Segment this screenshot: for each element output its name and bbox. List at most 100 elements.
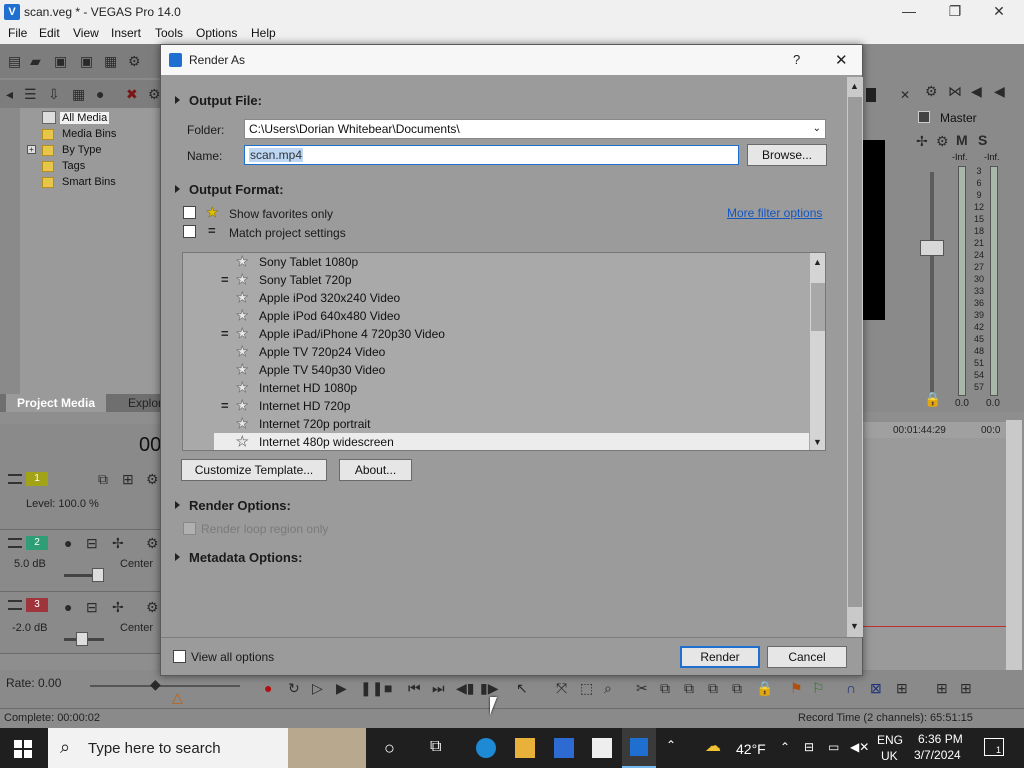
arm-record-icon[interactable]: ● — [64, 536, 72, 550]
open-folder-icon[interactable]: ▰ — [30, 54, 41, 68]
preview-toolbar-icon[interactable] — [866, 88, 876, 102]
track-gear-icon[interactable]: ⚙ — [146, 536, 159, 550]
volume-icon[interactable]: ◀ — [994, 84, 1005, 98]
delete-icon[interactable]: ⧉ — [708, 681, 718, 695]
minimize-button[interactable]: — — [886, 0, 932, 24]
track-header-1[interactable]: 1 Level: 100.0 % ⧉ ⊞ ⚙ — [0, 468, 160, 530]
cortana-icon[interactable]: ○ — [384, 738, 395, 759]
menu-insert[interactable]: Insert — [111, 26, 141, 40]
browse-button[interactable]: Browse... — [747, 144, 827, 166]
envelope-tool-icon[interactable]: ⤧ — [556, 681, 567, 695]
dialog-scrollbar[interactable]: ▲ ▼ — [847, 77, 863, 637]
clock-date[interactable]: 3/7/2024 — [914, 748, 961, 762]
selection-tool-icon[interactable]: ⬚ — [580, 681, 593, 695]
render-icon[interactable]: ▦ — [104, 54, 117, 68]
snapping-icon[interactable]: ∩ — [846, 681, 856, 695]
master-fx-button[interactable] — [918, 111, 930, 123]
dialog-close-button[interactable]: ✕ — [835, 51, 848, 69]
paste-icon[interactable]: ⧉ — [684, 681, 694, 695]
ripple-edit-icon[interactable]: ⊞ — [896, 681, 908, 695]
render-button[interactable]: Render — [680, 646, 760, 668]
zoom-tool-icon[interactable]: ⌕ — [604, 681, 612, 695]
menu-tools[interactable]: Tools — [155, 26, 183, 40]
volume-slider-handle[interactable] — [76, 632, 88, 646]
menu-options[interactable]: Options — [196, 26, 237, 40]
menu-help[interactable]: Help — [251, 26, 276, 40]
template-row[interactable]: ★ Sony Tablet 1080p — [183, 253, 809, 271]
track-header-3[interactable]: 3 ● ⊟ ✢ ⚙ -2.0 dB Center — [0, 592, 160, 654]
favorite-star-icon[interactable]: ★ — [236, 380, 249, 395]
track-pan-icon[interactable]: ✢ — [112, 600, 124, 614]
taskbar-overflow-icon[interactable]: ⌃ — [666, 738, 676, 752]
stop-icon[interactable]: ■ — [384, 681, 392, 695]
record-icon[interactable]: ● — [264, 681, 272, 695]
track-composite-icon[interactable]: ⊞ — [122, 472, 134, 486]
tab-explorer[interactable]: Explor — [128, 396, 162, 410]
tree-item-smart-bins[interactable]: Smart Bins — [62, 176, 116, 188]
speaker-icon[interactable]: ◀ — [971, 84, 982, 98]
tree-item-by-type[interactable]: By Type — [62, 144, 102, 156]
cancel-button[interactable]: Cancel — [767, 646, 847, 668]
tray-chevron-icon[interactable]: ⌃ — [780, 740, 790, 754]
cut-icon[interactable]: ✂ — [636, 681, 648, 695]
weather-temp[interactable]: 42°F — [736, 741, 766, 757]
language-code[interactable]: ENG — [877, 733, 903, 747]
favorite-star-icon[interactable]: ★ — [236, 434, 249, 449]
scroll-up-icon[interactable]: ▲ — [850, 81, 859, 91]
fx-icon[interactable]: ⚙ — [936, 134, 949, 148]
rate-slider[interactable] — [90, 685, 240, 687]
tab-project-media[interactable]: Project Media — [6, 394, 106, 412]
vegas-taskbar-button[interactable] — [622, 728, 656, 768]
track-collapse-icon[interactable] — [8, 474, 22, 484]
save-as-icon[interactable]: ▣ — [80, 54, 93, 68]
about-button[interactable]: About... — [339, 459, 412, 481]
lock-envelopes-icon[interactable]: 🔒 — [756, 681, 773, 695]
arm-record-icon[interactable]: ● — [64, 600, 72, 614]
expand-toggle[interactable]: + — [27, 145, 36, 154]
track-collapse-icon[interactable] — [8, 600, 22, 610]
output-file-section[interactable]: Output File: — [175, 93, 262, 108]
taskbar-search-box[interactable]: ⌕ Type here to search — [48, 728, 366, 768]
tree-item-all-media[interactable]: All Media — [60, 112, 110, 124]
track-fx-icon[interactable]: ⚙ — [146, 472, 159, 486]
timeline-vscroll[interactable] — [1006, 420, 1022, 670]
favorite-star-icon[interactable]: ★ — [236, 362, 249, 377]
track-collapse-icon[interactable] — [8, 538, 22, 548]
trim-icon[interactable]: ⧉ — [732, 681, 742, 695]
copy-icon[interactable]: ⧉ — [660, 681, 670, 695]
filename-input[interactable]: scan.mp4 — [244, 145, 739, 165]
menu-file[interactable]: File — [8, 26, 27, 40]
new-project-icon[interactable]: ▤ — [8, 54, 21, 68]
match-project-checkbox[interactable] — [183, 225, 196, 238]
favorite-star-icon[interactable]: ★ — [236, 326, 249, 341]
dialog-help-button[interactable]: ? — [793, 52, 800, 67]
play-icon[interactable]: ▶ — [336, 681, 347, 695]
view-all-options-checkbox[interactable] — [173, 650, 186, 663]
auto-crossfade-icon[interactable]: ⊠ — [870, 681, 882, 695]
edge-browser-icon[interactable] — [476, 738, 496, 758]
close-panel-icon[interactable]: ✕ — [900, 88, 910, 102]
template-row[interactable]: ★ Apple iPod 640x480 Video — [183, 307, 809, 325]
network-icon[interactable]: ⊟ — [804, 740, 814, 754]
previous-frame-icon[interactable]: ◀▮ — [456, 681, 474, 695]
pan-icon[interactable]: ✢ — [916, 134, 928, 148]
capture-icon[interactable]: ▦ — [72, 87, 85, 101]
favorite-star-icon[interactable]: ★ — [236, 308, 249, 323]
tree-item-tags[interactable]: Tags — [62, 160, 85, 172]
customize-template-button[interactable]: Customize Template... — [181, 459, 327, 481]
keyframe-icon[interactable]: ⊞ — [936, 681, 948, 695]
master-fader-handle[interactable] — [920, 240, 944, 256]
favorite-star-icon[interactable]: ★ — [236, 398, 249, 413]
track-fx-icon[interactable]: ⊟ — [86, 600, 98, 614]
template-list-scrollbar[interactable]: ▲ ▼ — [810, 253, 825, 450]
rate-slider-handle[interactable]: ◆ — [150, 677, 161, 691]
normal-edit-tool-icon[interactable]: ↖ — [516, 681, 528, 695]
favorite-star-icon[interactable]: ★ — [236, 416, 249, 431]
master-fx-icon[interactable]: ⋈ — [948, 84, 962, 98]
track-fx-icon[interactable]: ⊟ — [86, 536, 98, 550]
clock-time[interactable]: 6:36 PM — [918, 732, 963, 746]
render-loop-region-checkbox[interactable] — [183, 522, 196, 535]
metadata-options-section[interactable]: Metadata Options: — [175, 550, 302, 565]
microsoft-store-icon[interactable] — [554, 738, 574, 758]
tree-item-media-bins[interactable]: Media Bins — [62, 128, 116, 140]
